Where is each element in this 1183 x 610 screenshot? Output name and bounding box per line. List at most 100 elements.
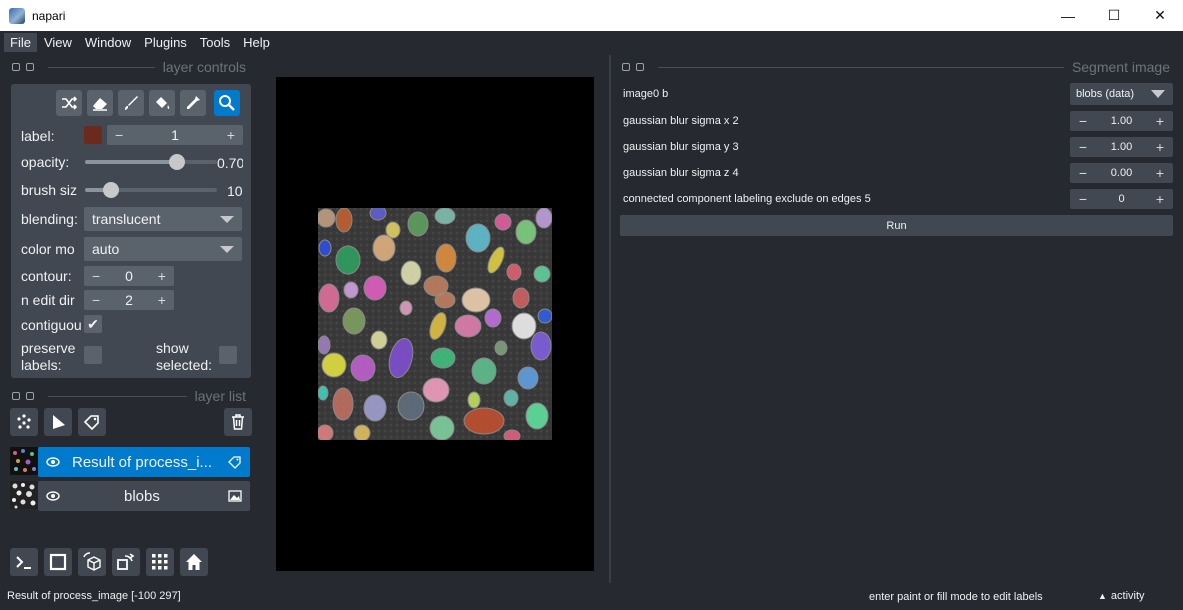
image-combobox[interactable]: blobs (data)	[1070, 83, 1173, 105]
sigma-y-increment[interactable]: +	[1153, 139, 1167, 155]
segment-image-header: Segment image	[622, 59, 1170, 75]
dock-close-icon[interactable]	[12, 392, 20, 400]
maximize-button[interactable]: ☐	[1091, 0, 1137, 31]
color-mode-combobox[interactable]: auto	[84, 237, 242, 261]
exclude-edges-value: 0	[1118, 193, 1125, 205]
menu-view[interactable]: View	[38, 33, 78, 52]
sigma-x-increment[interactable]: +	[1153, 113, 1167, 129]
layer-name: blobs	[124, 487, 160, 505]
show-selected-checkbox[interactable]	[219, 346, 237, 364]
run-button[interactable]: Run	[620, 215, 1173, 236]
dock-float-icon[interactable]	[26, 392, 34, 400]
contiguous-checkbox[interactable]: ✔	[84, 315, 102, 333]
exclude-edges-decrement[interactable]: −	[1076, 191, 1090, 207]
sigma-z-increment[interactable]: +	[1153, 165, 1167, 181]
label-decrement[interactable]: −	[115, 127, 123, 143]
ndisplay-button[interactable]	[44, 548, 72, 576]
eye-icon[interactable]	[46, 456, 60, 468]
transpose-button[interactable]	[112, 548, 140, 576]
dock-splitter[interactable]	[609, 55, 611, 583]
pick-button[interactable]	[180, 90, 206, 116]
roll-dims-button[interactable]	[78, 548, 106, 576]
viewer-canvas[interactable]	[276, 77, 594, 571]
fill-button[interactable]	[149, 90, 175, 116]
zoom-icon	[219, 95, 235, 111]
sigma-z-label: gaussian blur sigma z 4	[623, 167, 739, 179]
menu-file[interactable]: File	[4, 33, 37, 52]
opacity-label: opacity:	[21, 154, 70, 170]
new-shapes-layer-button[interactable]	[44, 408, 72, 436]
tag-icon	[83, 415, 99, 431]
terminal-icon	[16, 556, 31, 569]
dock-close-icon[interactable]	[12, 63, 20, 71]
paint-button[interactable]	[118, 90, 144, 116]
menu-help[interactable]: Help	[237, 33, 276, 52]
exclude-edges-spinbox[interactable]: − 0 +	[1070, 189, 1173, 209]
preserve-labels-label-2: labels:	[21, 357, 62, 373]
new-labels-layer-button[interactable]	[78, 408, 106, 436]
show-selected-label-1: show	[156, 340, 189, 356]
sigma-z-decrement[interactable]: −	[1076, 165, 1090, 181]
opacity-slider[interactable]	[85, 154, 217, 170]
eyedropper-icon	[187, 96, 200, 109]
brush-icon	[125, 96, 138, 110]
paint-bucket-icon	[156, 97, 170, 109]
console-button[interactable]	[10, 548, 38, 576]
points-icon	[17, 414, 31, 429]
menu-tools[interactable]: Tools	[194, 33, 236, 52]
color-mode-label: color mo	[21, 241, 75, 257]
close-button[interactable]: ✕	[1137, 0, 1183, 31]
sigma-x-spinbox[interactable]: − 1.00 +	[1070, 111, 1173, 131]
n-edit-dim-increment[interactable]: +	[158, 292, 166, 308]
show-selected-label-2: selected:	[156, 357, 213, 373]
delete-layer-button[interactable]	[224, 408, 252, 436]
blending-combobox[interactable]: translucent	[84, 207, 242, 231]
opacity-fill	[85, 160, 178, 164]
shuffle-colors-button[interactable]	[56, 90, 82, 116]
sigma-x-value: 1.00	[1110, 115, 1133, 127]
dock-float-icon[interactable]	[636, 63, 644, 71]
label-spinbox[interactable]: − 1 +	[107, 125, 243, 145]
exclude-edges-increment[interactable]: +	[1153, 191, 1167, 207]
n-edit-dim-spinbox[interactable]: − 2 +	[84, 290, 174, 310]
sigma-y-label: gaussian blur sigma y 3	[623, 141, 739, 153]
brush-size-handle[interactable]	[103, 182, 120, 198]
opacity-handle[interactable]	[169, 154, 186, 170]
segment-image-title: Segment image	[1071, 59, 1170, 75]
contour-increment[interactable]: +	[158, 268, 166, 284]
blending-value: translucent	[92, 211, 161, 227]
dock-float-icon[interactable]	[26, 63, 34, 71]
contour-spinbox[interactable]: − 0 +	[84, 266, 174, 286]
label-increment[interactable]: +	[227, 127, 235, 143]
activity-button[interactable]: ▲ activity	[1098, 590, 1145, 602]
grid-icon	[152, 554, 168, 570]
eye-icon[interactable]	[46, 490, 60, 502]
pan-zoom-button[interactable]	[214, 90, 240, 116]
sigma-y-spinbox[interactable]: − 1.00 +	[1070, 137, 1173, 157]
image-layer-thumbnail	[10, 481, 38, 509]
layer-row-result[interactable]: Result of process_i...	[38, 447, 250, 477]
sigma-y-decrement[interactable]: −	[1076, 139, 1090, 155]
home-button[interactable]	[180, 548, 208, 576]
transpose-icon	[117, 553, 135, 570]
grid-view-button[interactable]	[146, 548, 174, 576]
layer-row-blobs[interactable]: blobs	[38, 481, 250, 511]
n-edit-dim-decrement[interactable]: −	[92, 292, 100, 308]
menu-plugins[interactable]: Plugins	[138, 33, 193, 52]
n-edit-dim-value: 2	[125, 292, 133, 308]
title-bar: napari — ☐ ✕	[0, 0, 1183, 31]
label-color-swatch[interactable]	[84, 126, 102, 144]
help-message: enter paint or fill mode to edit labels	[869, 591, 1043, 603]
brush-size-slider[interactable]	[85, 182, 217, 198]
layer-controls-title: layer controls	[162, 59, 246, 75]
menu-window[interactable]: Window	[79, 33, 137, 52]
sigma-z-spinbox[interactable]: − 0.00 +	[1070, 163, 1173, 183]
minimize-button[interactable]: —	[1045, 0, 1091, 31]
erase-button[interactable]	[87, 90, 113, 116]
home-icon	[186, 554, 202, 570]
sigma-x-decrement[interactable]: −	[1076, 113, 1090, 129]
contour-decrement[interactable]: −	[92, 268, 100, 284]
dock-close-icon[interactable]	[622, 63, 630, 71]
preserve-labels-checkbox[interactable]	[84, 346, 102, 364]
new-points-layer-button[interactable]	[10, 408, 38, 436]
